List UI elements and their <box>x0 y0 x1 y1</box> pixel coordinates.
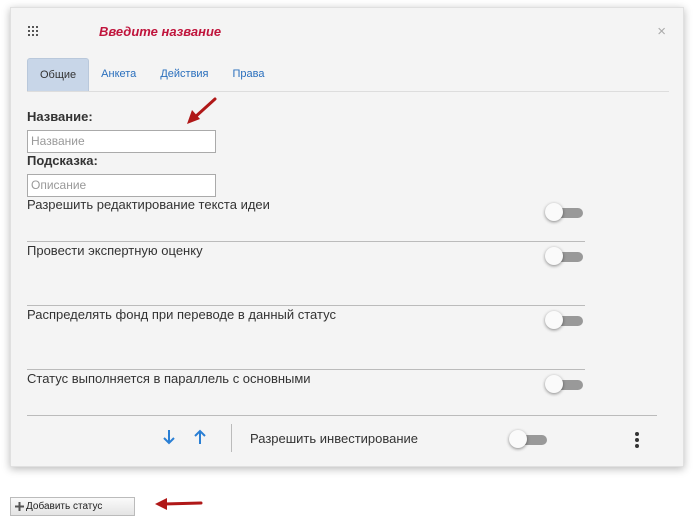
tab-actions[interactable]: Действия <box>148 58 220 91</box>
setting-distribute-fund: Распределять фонд при переводе в данный … <box>27 307 585 370</box>
arrow-down-icon[interactable] <box>162 429 176 445</box>
setting-label: Разрешить редактирование текста идеи <box>27 197 270 212</box>
edit-text-toggle[interactable] <box>545 203 585 221</box>
setting-label: Распределять фонд при переводе в данный … <box>27 307 336 322</box>
red-arrow-icon <box>187 97 217 124</box>
plus-icon <box>15 502 24 511</box>
dialog-title[interactable]: Введите название <box>99 24 221 39</box>
setting-label: Провести экспертную оценку <box>27 243 203 258</box>
footer-separator <box>231 424 232 452</box>
arrow-up-icon[interactable] <box>193 429 207 445</box>
close-icon[interactable]: × <box>657 24 666 39</box>
name-label: Название: <box>27 109 93 124</box>
setting-label: Статус выполняется в параллель с основны… <box>27 371 311 386</box>
invest-label: Разрешить инвестирование <box>250 431 419 446</box>
name-input[interactable]: Название <box>27 130 216 153</box>
more-vertical-icon[interactable] <box>633 432 641 450</box>
footer-divider <box>27 415 657 416</box>
expert-review-toggle[interactable] <box>545 247 585 265</box>
grid-icon[interactable] <box>28 26 38 36</box>
invest-toggle[interactable] <box>509 430 549 448</box>
hint-input[interactable]: Описание <box>27 174 216 197</box>
parallel-toggle[interactable] <box>545 375 585 393</box>
tab-bar: Общие Анкета Действия Права <box>27 58 669 92</box>
hint-label: Подсказка: <box>27 153 98 168</box>
setting-expert-review: Провести экспертную оценку <box>27 243 585 306</box>
red-arrow-icon <box>155 498 203 510</box>
setting-edit-text: Разрешить редактирование текста идеи <box>27 197 585 242</box>
tab-questionnaire[interactable]: Анкета <box>89 58 148 91</box>
add-status-button[interactable]: Добавить статус <box>10 497 135 516</box>
add-status-label: Добавить статус <box>26 501 103 512</box>
distribute-fund-toggle[interactable] <box>545 311 585 329</box>
tab-general[interactable]: Общие <box>27 58 90 91</box>
status-dialog: Введите название × Общие Анкета Действия… <box>10 7 684 467</box>
tab-rights[interactable]: Права <box>221 58 277 91</box>
